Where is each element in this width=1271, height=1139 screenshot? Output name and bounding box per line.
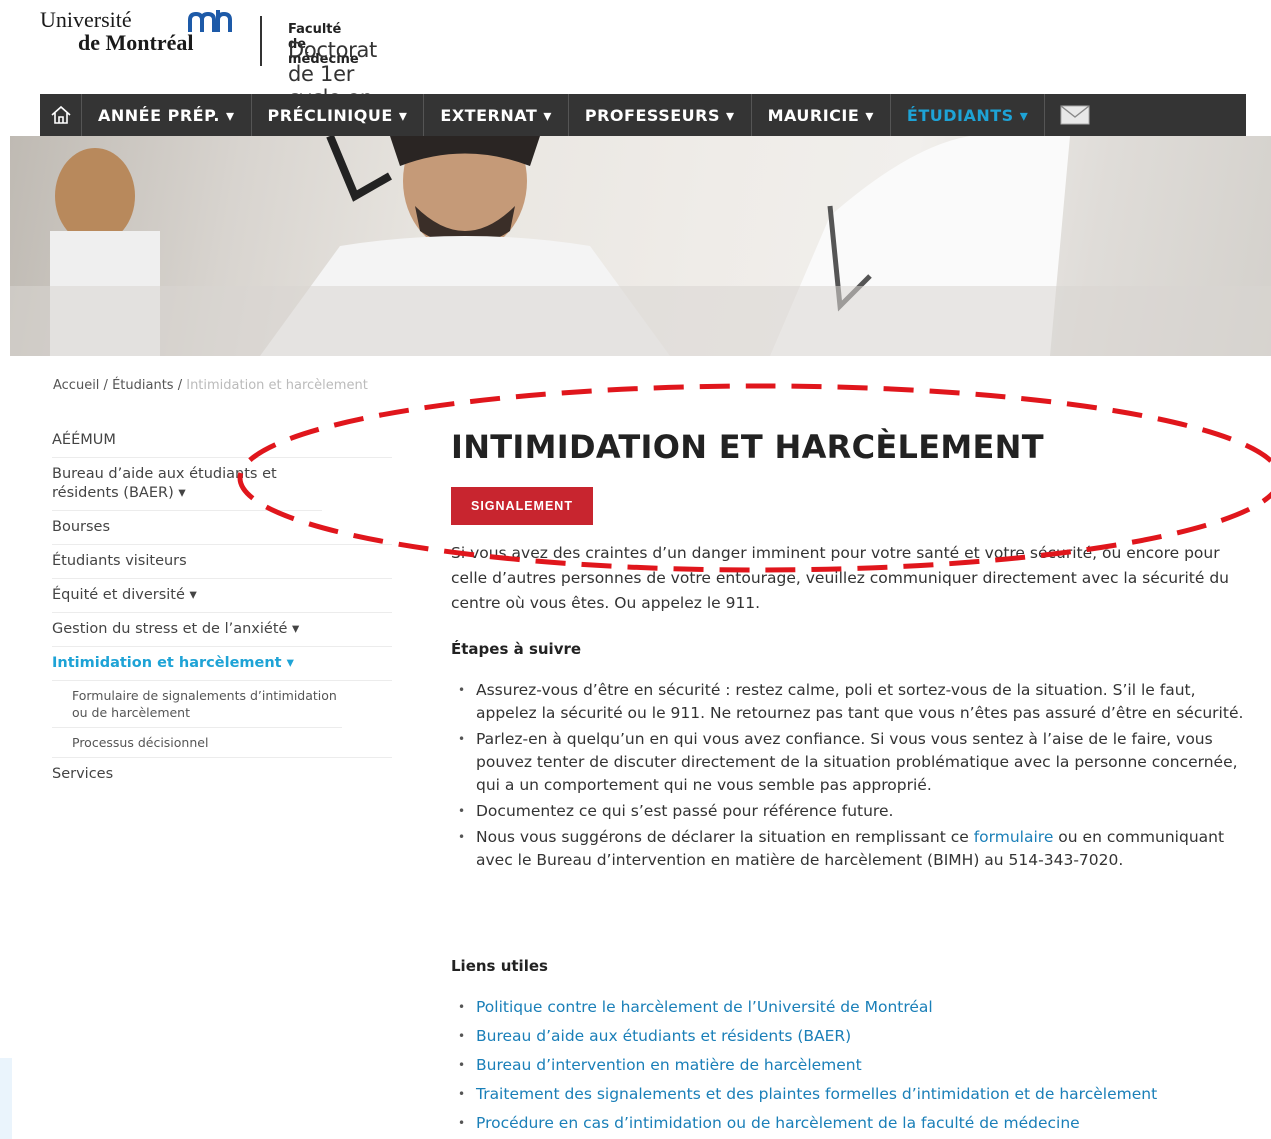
sidebar-subitem-formulaire[interactable]: Formulaire de signalements d’intimidatio… [52,681,342,728]
link-bimh[interactable]: Bureau d’intervention en matière de harc… [476,1056,862,1074]
useful-links-list: Politique contre le harcèlement de l’Uni… [454,996,1254,1139]
sidebar-subitem-processus[interactable]: Processus décisionnel [52,728,392,758]
breadcrumb: Accueil / Étudiants / Intimidation et ha… [53,378,368,393]
sidebar-item-bourses[interactable]: Bourses [52,511,392,545]
list-item: Bureau d’aide aux étudiants et résidents… [454,1025,1254,1048]
sidebar-item-services[interactable]: Services [52,758,392,791]
sidebar-item-etudiants-visiteurs[interactable]: Étudiants visiteurs [52,545,392,579]
mail-icon [1060,105,1090,125]
sidebar-item-intimidation[interactable]: Intimidation et harcèlement ▾ [52,647,392,681]
sidebar-item-baer[interactable]: Bureau d’aide aux étudiants et résidents… [52,458,322,511]
breadcrumb-separator: / [99,378,113,393]
brand-divider [260,16,262,66]
list-item: Documentez ce qui s’est passé pour référ… [454,800,1254,823]
nav-item-annee-prep[interactable]: ANNÉE PRÉP. ▾ [82,94,252,136]
breadcrumb-home-link[interactable]: Accueil [53,378,99,393]
signalement-button[interactable]: SIGNALEMENT [451,487,593,525]
page-title: INTIMIDATION ET HARCÈLEMENT [451,428,1044,466]
hero-banner-image [10,136,1271,356]
nav-item-professeurs[interactable]: PROFESSEURS ▾ [569,94,752,136]
links-heading: Liens utiles [451,957,548,975]
list-item: Bureau d’intervention en matière de harc… [454,1054,1254,1077]
formulaire-link[interactable]: formulaire [974,828,1054,846]
sidebar-item-stress[interactable]: Gestion du stress et de l’anxiété ▾ [52,613,392,647]
nav-item-etudiants[interactable]: ÉTUDIANTS ▾ [891,94,1046,136]
link-politique[interactable]: Politique contre le harcèlement de l’Uni… [476,998,933,1016]
breadcrumb-separator: / [173,378,187,393]
logo-line2: de Montréal [78,30,194,55]
link-traitement[interactable]: Traitement des signalements et des plain… [476,1085,1157,1103]
list-item: Traitement des signalements et des plain… [454,1083,1254,1106]
nav-item-mauricie[interactable]: MAURICIE ▾ [752,94,891,136]
main-nav: ANNÉE PRÉP. ▾ PRÉCLINIQUE ▾ EXTERNAT ▾ P… [40,94,1246,136]
link-baer[interactable]: Bureau d’aide aux étudiants et résidents… [476,1027,851,1045]
steps-heading: Étapes à suivre [451,640,582,658]
intro-paragraph: Si vous avez des craintes d’un danger im… [451,544,1229,612]
nav-item-preclinique[interactable]: PRÉCLINIQUE ▾ [252,94,425,136]
steps-list: Assurez-vous d’être en sécurité : restez… [454,679,1254,875]
sidebar-menu: AÉÉMUM Bureau d’aide aux étudiants et ré… [52,424,392,791]
breadcrumb-parent-link[interactable]: Étudiants [112,378,174,393]
sidebar-item-equite[interactable]: Équité et diversité ▾ [52,579,392,613]
nav-home-button[interactable] [40,94,82,136]
list-item: Politique contre le harcèlement de l’Uni… [454,996,1254,1019]
left-edge-highlight [0,1058,12,1139]
udem-logo-icon [188,10,232,32]
step4-text-before: Nous vous suggérons de déclarer la situa… [476,828,974,846]
list-item: Parlez-en à quelqu’un en qui vous avez c… [454,728,1254,797]
sidebar-item-aeemum[interactable]: AÉÉMUM [52,424,392,458]
list-item: Nous vous suggérons de déclarer la situa… [454,826,1254,872]
nav-mail-button[interactable] [1045,94,1105,136]
nav-item-externat[interactable]: EXTERNAT ▾ [424,94,569,136]
list-item: Procédure en cas d’intimidation ou de ha… [454,1112,1254,1135]
home-icon [50,105,71,124]
breadcrumb-current: Intimidation et harcèlement [186,378,368,393]
list-item: Assurez-vous d’être en sécurité : restez… [454,679,1254,725]
hero-photo [10,136,1271,356]
link-procedure[interactable]: Procédure en cas d’intimidation ou de ha… [476,1114,1080,1132]
